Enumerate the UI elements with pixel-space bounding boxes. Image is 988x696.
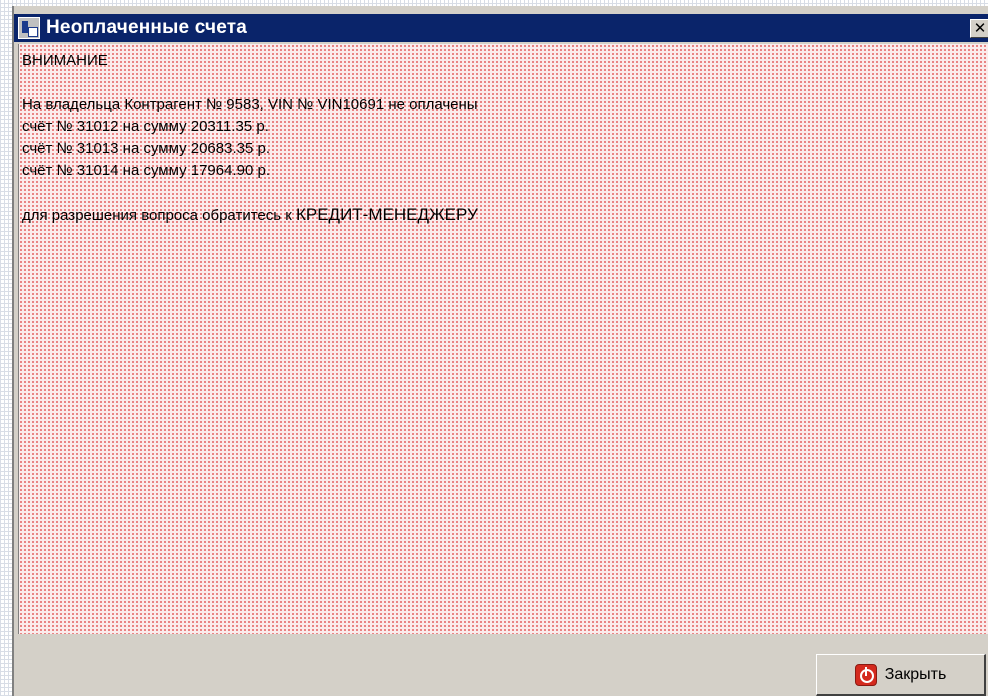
window-title: Неоплаченные счета <box>46 17 248 38</box>
message-footer-text: для разрешения вопроса обратитесь к <box>22 207 296 224</box>
close-icon: ✕ <box>973 19 987 37</box>
message-area: ВНИМАНИЕ На владельца Контрагент № 9583,… <box>18 44 988 634</box>
close-button-label: Закрыть <box>884 665 947 683</box>
window-close-button[interactable]: ✕ <box>970 19 988 38</box>
close-button[interactable]: Закрыть <box>816 654 986 696</box>
dialog-window: Неоплаченные счета ✕ ВНИМАНИЕ На владель… <box>12 6 988 696</box>
title-bar[interactable]: Неоплаченные счета ✕ <box>14 14 988 42</box>
app-icon <box>18 17 40 39</box>
power-icon <box>854 663 877 686</box>
invoice-line: счёт № 31013 на сумму 20683.35 р. <box>22 140 270 157</box>
invoice-line: счёт № 31014 на сумму 17964.90 р. <box>22 162 270 179</box>
message-footer: для разрешения вопроса обратитесь к КРЕД… <box>22 204 988 226</box>
button-bar: Закрыть <box>14 634 988 696</box>
invoice-line: счёт № 31012 на сумму 20311.35 р. <box>22 118 269 135</box>
message-footer-emphasis: КРЕДИТ-МЕНЕДЖЕРУ <box>295 205 478 224</box>
message-header: ВНИМАНИЕ <box>22 52 108 69</box>
message-intro: На владельца Контрагент № 9583, VIN № VI… <box>22 96 478 113</box>
